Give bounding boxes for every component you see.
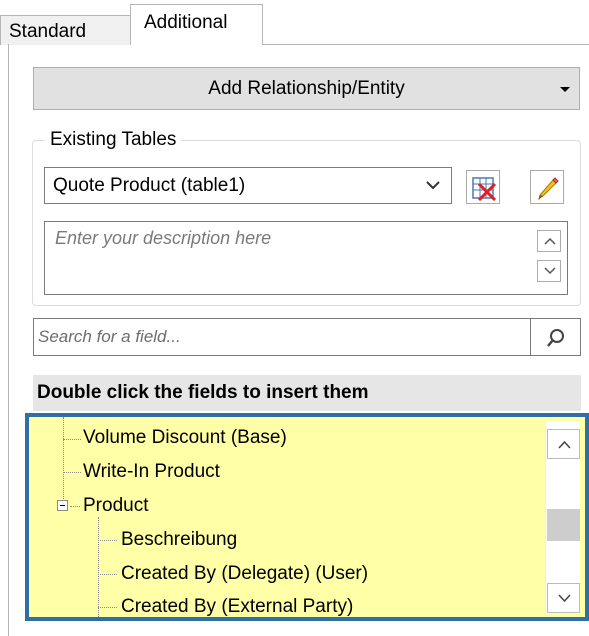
panel-border	[8, 44, 9, 636]
tree-item[interactable]: Product	[83, 495, 148, 517]
field-search-input[interactable]: Search for a field...	[33, 318, 531, 356]
scroll-down-button[interactable]	[547, 583, 580, 613]
description-scroll-down-button[interactable]	[537, 260, 561, 282]
tree-guide-line	[98, 607, 117, 608]
scroll-up-button[interactable]	[547, 429, 580, 459]
tree-item[interactable]: Beschreibung	[121, 529, 237, 551]
table-select[interactable]: Quote Product (table1)	[44, 167, 452, 204]
tab-additional[interactable]: Additional	[130, 4, 263, 45]
tree-item[interactable]: Created By (External Party)	[121, 596, 353, 617]
tree-guide-line	[70, 506, 80, 507]
tree-scrollbar[interactable]	[545, 421, 580, 613]
tree-guide-line	[63, 417, 64, 509]
tab-baseline	[262, 44, 589, 45]
scroll-thumb[interactable]	[547, 509, 580, 541]
field-tree-list: Volume Discount (Base) Write-In Product …	[29, 417, 543, 617]
table-select-value: Quote Product (table1)	[53, 175, 246, 196]
tree-guide-line	[98, 517, 99, 617]
tree-item[interactable]: Created By (Delegate) (User)	[121, 563, 368, 585]
search-button[interactable]	[530, 318, 581, 356]
tree-guide-line	[63, 472, 81, 473]
tree-guide-line	[98, 540, 117, 541]
caret-down-icon	[560, 87, 570, 92]
collapse-icon[interactable]	[57, 500, 68, 511]
delete-table-icon	[472, 177, 497, 201]
edit-table-button[interactable]	[530, 170, 564, 204]
description-textarea[interactable]: Enter your description here	[44, 221, 568, 295]
existing-tables-title: Existing Tables	[45, 127, 182, 153]
chevron-down-icon	[558, 594, 571, 603]
description-placeholder: Enter your description here	[55, 228, 272, 248]
tree-item[interactable]: Volume Discount (Base)	[83, 427, 287, 449]
description-scroll-up-button[interactable]	[537, 230, 561, 252]
tab-standard[interactable]: Standard	[0, 15, 131, 45]
add-relationship-dropdown[interactable]: Add Relationship/Entity	[33, 67, 580, 110]
chevron-up-icon	[544, 237, 556, 245]
tree-guide-line	[98, 574, 117, 575]
insert-fields-instruction: Double click the fields to insert them	[33, 375, 581, 411]
chevron-up-icon	[558, 440, 571, 449]
pencil-icon	[538, 177, 559, 201]
add-relationship-label: Add Relationship/Entity	[208, 78, 405, 99]
chevron-down-icon	[544, 267, 556, 275]
tree-guide-line	[63, 439, 81, 440]
search-icon	[547, 329, 564, 347]
chevron-down-icon	[426, 181, 440, 190]
field-tree: Volume Discount (Base) Write-In Product …	[25, 413, 589, 621]
tree-item[interactable]: Write-In Product	[83, 461, 220, 483]
delete-table-button[interactable]	[466, 170, 500, 204]
tab-strip: Standard Additional	[0, 0, 589, 45]
